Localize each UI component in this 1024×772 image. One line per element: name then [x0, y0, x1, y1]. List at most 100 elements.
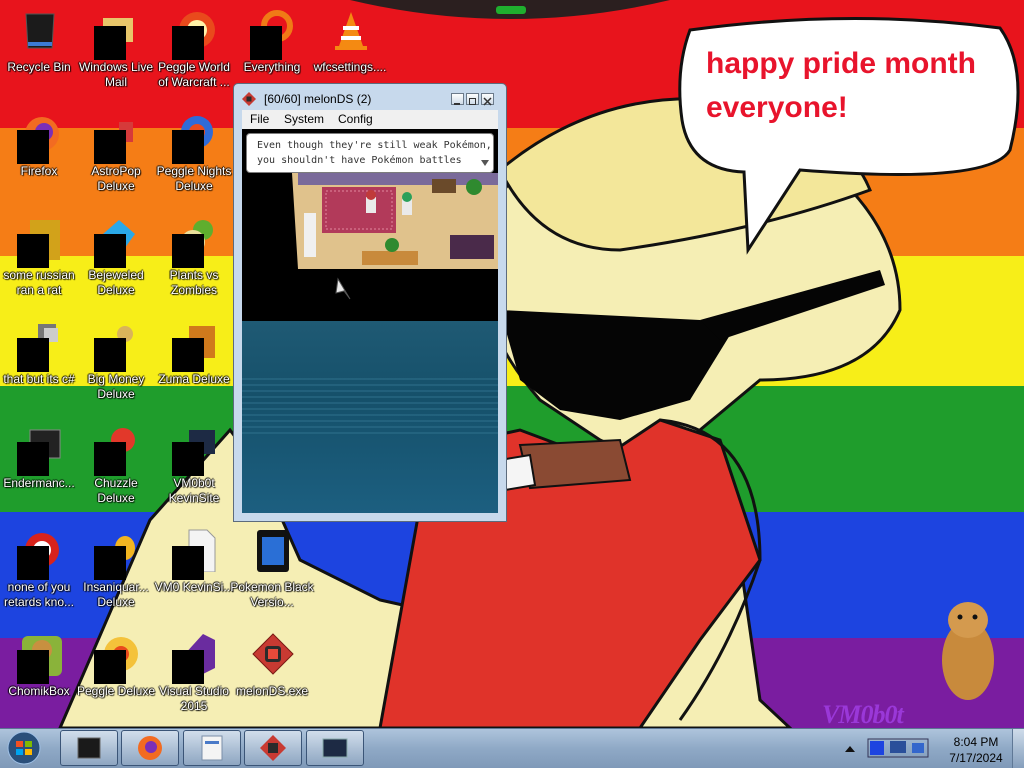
desktop-icon-label: melonDS.exe: [235, 684, 309, 698]
window-titlebar[interactable]: [60/60] melonDS (2): [238, 86, 502, 110]
desktop-icon-chuzzle-deluxe[interactable]: Chuzzle Deluxe: [78, 420, 154, 516]
close-icon: [483, 97, 492, 106]
vlc-cone-icon: [335, 12, 367, 50]
recycle-bin-icon: [25, 13, 55, 49]
redaction-box: [172, 26, 204, 60]
maximize-button[interactable]: [466, 93, 479, 105]
desktop-icon-astropop-deluxe[interactable]: AstroPop Deluxe: [78, 108, 154, 204]
desktop-icon-endermanc[interactable]: Endermanc...: [1, 420, 77, 516]
melonds-icon: [252, 633, 294, 675]
desktop-icon-label: ChomikBox: [8, 684, 70, 698]
desktop-icon-label: Recycle Bin: [7, 60, 71, 74]
desktop-icon-label: Windows Live Mail: [78, 60, 154, 89]
windows-logo-icon: [7, 731, 41, 765]
start-button[interactable]: [4, 730, 44, 767]
desktop-icon-bejeweled-deluxe[interactable]: Bejeweled Deluxe: [78, 212, 154, 308]
clock-time[interactable]: 8:04 PM: [946, 735, 1006, 749]
tray-icons[interactable]: [856, 735, 940, 761]
desktop-icon-label: Peggle Nights Deluxe: [156, 164, 232, 193]
desktop-icon-peggle-deluxe[interactable]: Peggle Deluxe: [77, 628, 155, 724]
desktop-icon-that-but-its-csharp[interactable]: that but its c#: [1, 316, 77, 412]
desktop-icon-recycle-bin[interactable]: Recycle Bin: [1, 4, 77, 100]
redaction-box: [172, 650, 204, 684]
melonds-window[interactable]: [60/60] melonDS (2) File System Config E…: [233, 83, 507, 522]
system-tray: [856, 735, 940, 761]
taskbar-button-window[interactable]: [306, 730, 364, 766]
desktop-icon-big-money-deluxe[interactable]: Big Money Deluxe: [78, 316, 154, 412]
menu-config[interactable]: Config: [338, 112, 373, 126]
desktop-icon-windows-live-mail[interactable]: Windows Live Mail: [78, 4, 154, 100]
redaction-box: [17, 442, 49, 476]
dialog-arrow-icon: [481, 160, 489, 166]
redaction-box: [17, 234, 49, 268]
menu-file[interactable]: File: [250, 112, 269, 126]
desktop-icon-some-russian-ran-a-rat[interactable]: some russian ran a rat: [1, 212, 77, 308]
desktop-icon-label: that but its c#: [3, 372, 75, 386]
menu-bar: File System Config: [242, 110, 498, 129]
redaction-box: [94, 546, 126, 580]
desktop-icon-label: none of you retards kno...: [3, 580, 75, 609]
desktop-icon-label: AstroPop Deluxe: [91, 164, 141, 193]
dialog-line-2: you shouldn't have Pokémon battles: [257, 155, 462, 166]
minimize-icon: [454, 103, 460, 105]
desktop-icon-label: Firefox: [20, 164, 58, 178]
taskbar-button-document[interactable]: [183, 730, 241, 766]
taskbar-button-melonds[interactable]: [244, 730, 302, 766]
menu-system[interactable]: System: [284, 112, 324, 126]
ds-top-screen[interactable]: Even though they're still weak Pokémon, …: [242, 129, 498, 321]
redaction-box: [17, 650, 49, 684]
dialog-line-1: Even though they're still weak Pokémon,: [257, 140, 492, 151]
redaction-box: [250, 26, 282, 60]
desktop-icon-pokemon-black-version[interactable]: Pokemon Black Versio...: [230, 524, 314, 620]
desktop-icon-label: Plants vs Zombies: [169, 268, 219, 297]
redaction-box: [172, 130, 204, 164]
dialog-box[interactable]: Even though they're still weak Pokémon, …: [246, 133, 494, 173]
taskbar-button-firefox[interactable]: [121, 730, 179, 766]
desktop-icon-vm0-kevinsite[interactable]: VM0 KevinSi...: [155, 524, 233, 620]
desktop-icon-peggle-nights-deluxe[interactable]: Peggle Nights Deluxe: [156, 108, 232, 204]
desktop-icon-label: Pokemon Black Versio...: [230, 580, 314, 609]
desktop-icon-vm0b0t-kevinsite[interactable]: VM0b0t KevinSite: [156, 420, 232, 516]
window-icon: [322, 738, 348, 758]
redaction-box: [94, 650, 126, 684]
touch-screen-stripes: [242, 378, 498, 434]
ds-touch-screen[interactable]: [242, 321, 498, 513]
taskbar-button-terminal[interactable]: [60, 730, 118, 766]
desktop-icon-label: Zuma Deluxe: [158, 372, 230, 386]
desktop-icon-label: Chuzzle Deluxe: [94, 476, 138, 505]
desktop-icon-melonds-exe[interactable]: melonDS.exe: [234, 628, 310, 724]
speech-bubble-text: happy pride month everyone!: [706, 47, 976, 124]
melonds-icon: [260, 735, 286, 761]
desktop-icon-visual-studio-2015[interactable]: Visual Studio 2015: [156, 628, 232, 724]
desktop-icon-label: VM0 KevinSi...: [154, 580, 234, 594]
melonds-app-icon: [242, 92, 256, 106]
ds-cartridge-icon: [257, 530, 289, 572]
desktop-icon-firefox[interactable]: Firefox: [1, 108, 77, 204]
desktop-icon-label: Peggle World of Warcraft ...: [158, 60, 230, 89]
desktop-icon-insaniquarium-deluxe[interactable]: Insaniquar... Deluxe: [78, 524, 154, 620]
window-title: [60/60] melonDS (2): [264, 92, 372, 106]
show-hidden-icons-chevron-icon[interactable]: [845, 744, 855, 752]
desktop-icon-chomikbox[interactable]: ChomikBox: [1, 628, 77, 724]
desktop-icon-zuma-deluxe[interactable]: Zuma Deluxe: [156, 316, 232, 412]
firefox-icon: [138, 736, 162, 760]
desktop[interactable]: happy pride month everyone! VM0b0t Recyc…: [0, 0, 1024, 728]
redaction-box: [94, 130, 126, 164]
desktop-icon-label: VM0b0t KevinSite: [168, 476, 220, 505]
redaction-box: [94, 26, 126, 60]
redaction-box: [17, 546, 49, 580]
redaction-box: [172, 546, 204, 580]
redaction-box: [17, 130, 49, 164]
desktop-icon-plants-vs-zombies[interactable]: Plants vs Zombies: [156, 212, 232, 308]
redaction-box: [172, 234, 204, 268]
clock-date[interactable]: 7/17/2024: [946, 751, 1006, 765]
desktop-icon-peggle-world-of-warcraft[interactable]: Peggle World of Warcraft ...: [156, 4, 232, 100]
minimize-button[interactable]: [451, 93, 464, 105]
desktop-icon-none-of-you-kno[interactable]: none of you retards kno...: [1, 524, 77, 620]
desktop-icon-label: some russian ran a rat: [3, 268, 75, 297]
redaction-box: [172, 442, 204, 476]
show-desktop-button[interactable]: [1012, 729, 1024, 768]
document-icon: [201, 735, 223, 761]
close-button[interactable]: [481, 93, 494, 106]
taskbar: 8:04 PM 7/17/2024: [0, 728, 1024, 768]
